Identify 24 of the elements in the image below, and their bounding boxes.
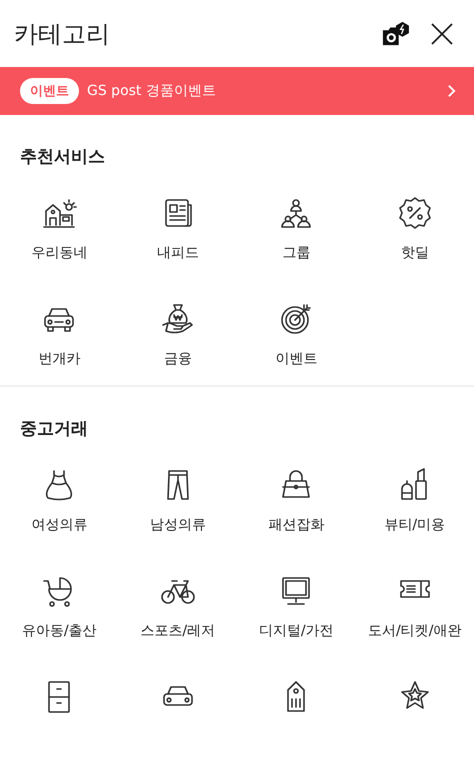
category-label[interactable]: 뷰티/미용 [384, 516, 446, 534]
category-label[interactable]: 핫딜 [400, 244, 429, 262]
section-title: 중고거래 [20, 418, 89, 441]
banner-text: GS post 경품이벤트 [87, 82, 217, 100]
category-label[interactable]: 이벤트 [275, 350, 318, 368]
category-label[interactable]: 우리동네 [31, 244, 88, 262]
chevron-right-icon [447, 84, 456, 98]
category-label[interactable]: 번개카 [38, 350, 80, 368]
event-badge: 이벤트 [20, 78, 79, 104]
category-label[interactable]: 그룹 [282, 244, 310, 262]
category-label[interactable]: 스포츠/레저 [140, 622, 216, 640]
camera-icon[interactable] [380, 20, 410, 46]
close-icon[interactable] [430, 22, 454, 46]
category-label[interactable]: 유아동/출산 [22, 622, 97, 640]
percent-badge-icon[interactable] [396, 195, 433, 231]
category-label[interactable]: 도서/티켓/애완 [368, 622, 462, 640]
section-title: 추천서비스 [20, 146, 106, 169]
category-label[interactable]: 디지털/가전 [258, 622, 334, 640]
category-label[interactable]: 금융 [164, 350, 192, 368]
category-label[interactable]: 내피드 [156, 244, 199, 262]
category-label[interactable]: 패션잡화 [268, 516, 324, 534]
category-label[interactable]: 남성의류 [150, 516, 206, 534]
page-title: 카테고리 [14, 18, 110, 50]
category-label[interactable]: 여성의류 [31, 516, 88, 534]
